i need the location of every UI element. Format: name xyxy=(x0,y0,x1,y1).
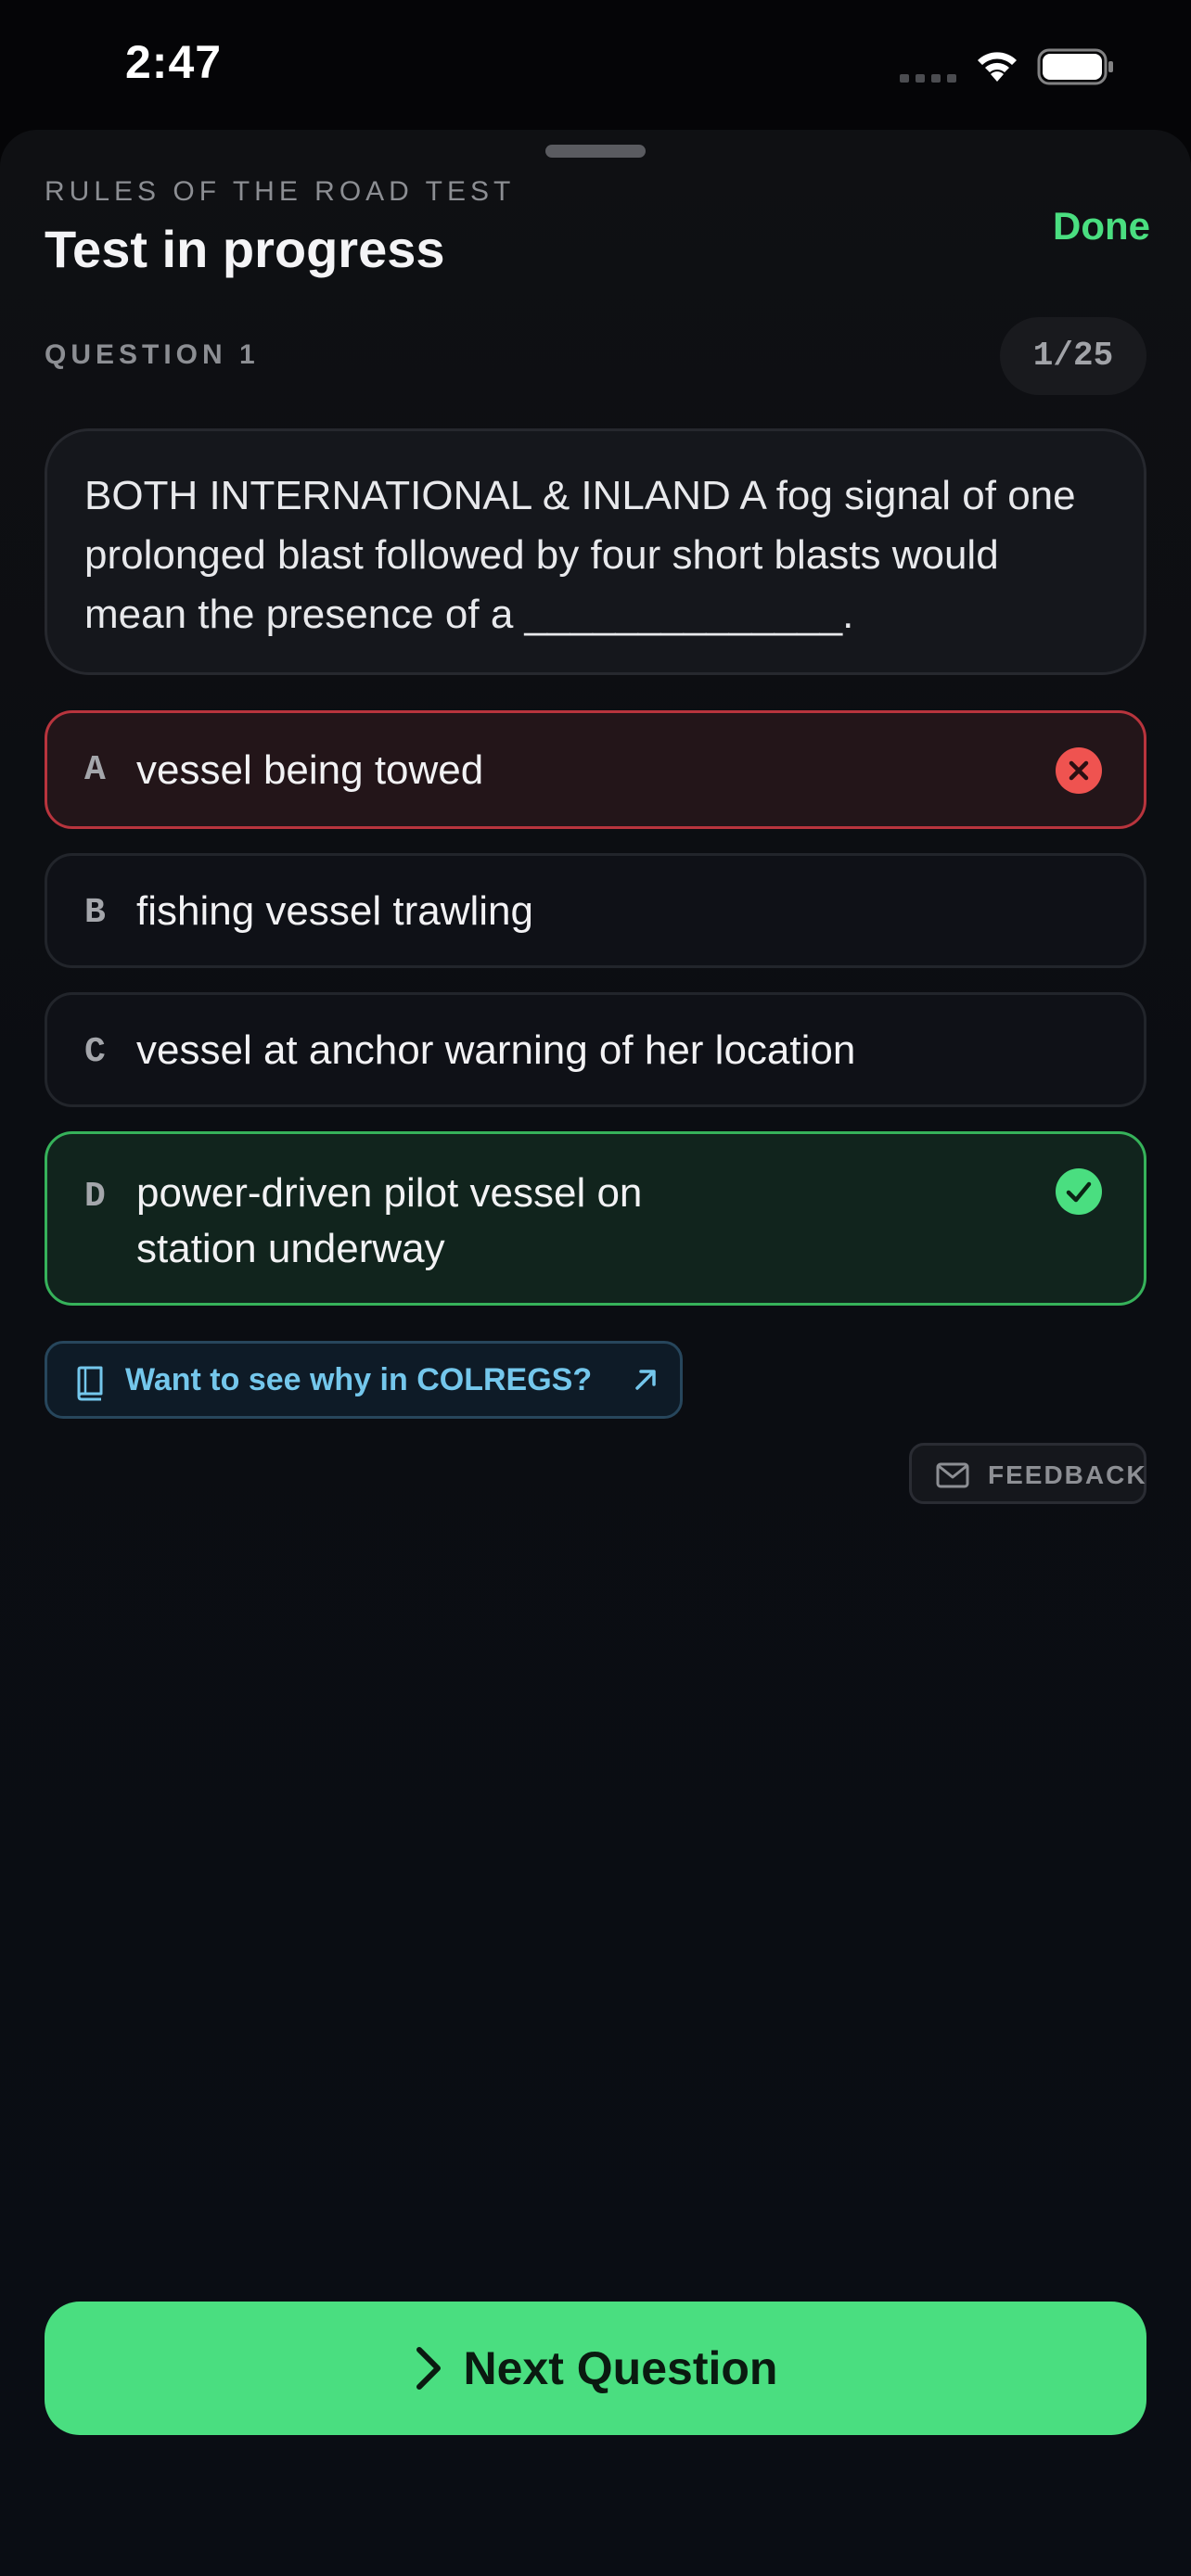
answer-letter: D xyxy=(84,1177,106,1217)
cellular-signal-icon xyxy=(900,74,956,83)
answer-text: vessel being towed xyxy=(136,747,484,793)
sheet-grabber[interactable] xyxy=(545,145,646,158)
next-question-label: Next Question xyxy=(463,2342,778,2394)
feedback-button[interactable]: FEEDBACK xyxy=(909,1443,1146,1504)
next-question-button[interactable]: Next Question xyxy=(45,2302,1146,2435)
answer-option-c[interactable]: C vessel at anchor warning of her locati… xyxy=(45,992,1146,1107)
feedback-label: FEEDBACK xyxy=(988,1460,1147,1489)
status-bar: 2:47 xyxy=(0,0,1191,130)
colregs-link-label: Want to see why in COLREGS? xyxy=(125,1362,593,1397)
wifi-icon xyxy=(978,52,1017,82)
chevron-right-icon xyxy=(416,2347,441,2390)
check-icon xyxy=(1056,1168,1102,1215)
done-button[interactable]: Done xyxy=(1020,204,1150,249)
question-number-label: QUESTION 1 xyxy=(45,339,260,370)
answer-text: power-driven pilot vessel on station und… xyxy=(136,1170,643,1271)
colregs-link-button[interactable]: Want to see why in COLREGS? xyxy=(45,1341,683,1419)
answer-letter: B xyxy=(84,893,106,933)
test-category-label: RULES OF THE ROAD TEST xyxy=(45,176,516,207)
close-icon xyxy=(1056,747,1102,794)
question-card: BOTH INTERNATIONAL & INLAND A fog signal… xyxy=(45,428,1146,675)
question-progress-badge: 1/25 xyxy=(1000,317,1146,395)
next-question-content: Next Question xyxy=(45,2302,1146,2435)
question-text: BOTH INTERNATIONAL & INLAND A fog signal… xyxy=(84,473,1076,637)
mail-icon xyxy=(936,1462,969,1488)
test-sheet: RULES OF THE ROAD TEST Test in progress … xyxy=(0,130,1191,2576)
answer-option-d[interactable]: D power-driven pilot vessel on station u… xyxy=(45,1131,1146,1306)
battery-icon xyxy=(1037,48,1113,85)
page-title: Test in progress xyxy=(45,220,445,278)
answer-text: fishing vessel trawling xyxy=(136,888,533,934)
answer-letter: A xyxy=(84,750,106,790)
answer-text: vessel at anchor warning of her location xyxy=(136,1027,856,1073)
answer-letter: C xyxy=(84,1032,106,1072)
answer-option-b[interactable]: B fishing vessel trawling xyxy=(45,853,1146,968)
answer-option-a[interactable]: A vessel being towed xyxy=(45,710,1146,829)
arrow-up-right-icon xyxy=(635,1370,656,1390)
book-icon xyxy=(77,1366,103,1401)
status-time: 2:47 xyxy=(125,36,223,88)
